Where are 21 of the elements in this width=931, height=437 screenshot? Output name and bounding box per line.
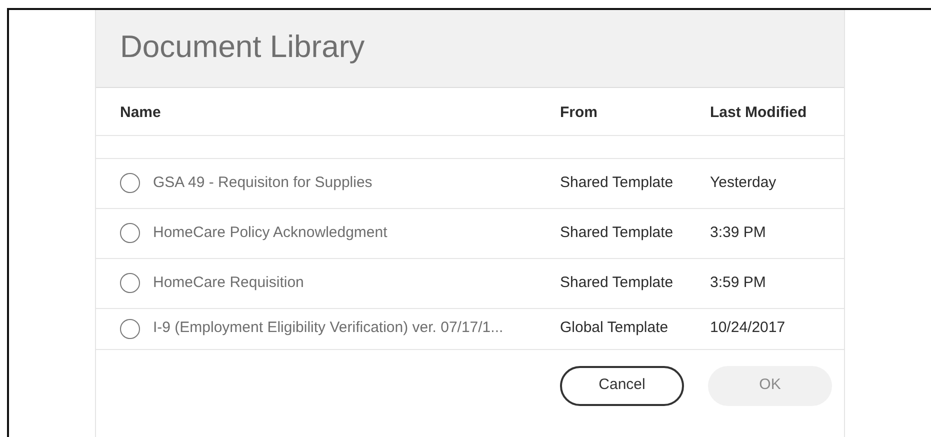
cancel-button[interactable]: Cancel <box>560 366 684 406</box>
document-name: HomeCare Policy Acknowledgment <box>153 222 388 243</box>
radio-button[interactable] <box>120 173 140 193</box>
modified-date: 3:39 PM <box>710 224 766 241</box>
radio-button[interactable] <box>120 318 140 338</box>
source-text: Global Template <box>560 319 668 336</box>
radio-button[interactable] <box>120 223 140 243</box>
radio-button[interactable] <box>120 273 140 293</box>
source-text: Shared Template <box>560 224 674 241</box>
dialog-title: Document Library <box>120 28 366 66</box>
column-header: Name <box>120 104 161 121</box>
column-header: Last Modified <box>710 104 807 121</box>
source-text: Shared Template <box>560 174 674 191</box>
document-name: I-9 (Employment Eligibility Verification) ver. 07/17/1... <box>153 318 504 338</box>
source-text: Shared Template <box>560 274 674 291</box>
modified-date: Yesterday <box>710 174 776 191</box>
column-header: From <box>560 104 598 121</box>
modified-date: 10/24/2017 <box>710 319 786 336</box>
document-name: HomeCare Requisition <box>153 272 304 293</box>
document-name: GSA 49 - Requisiton for Supplies <box>153 172 372 193</box>
modified-date: 3:59 PM <box>710 274 766 291</box>
